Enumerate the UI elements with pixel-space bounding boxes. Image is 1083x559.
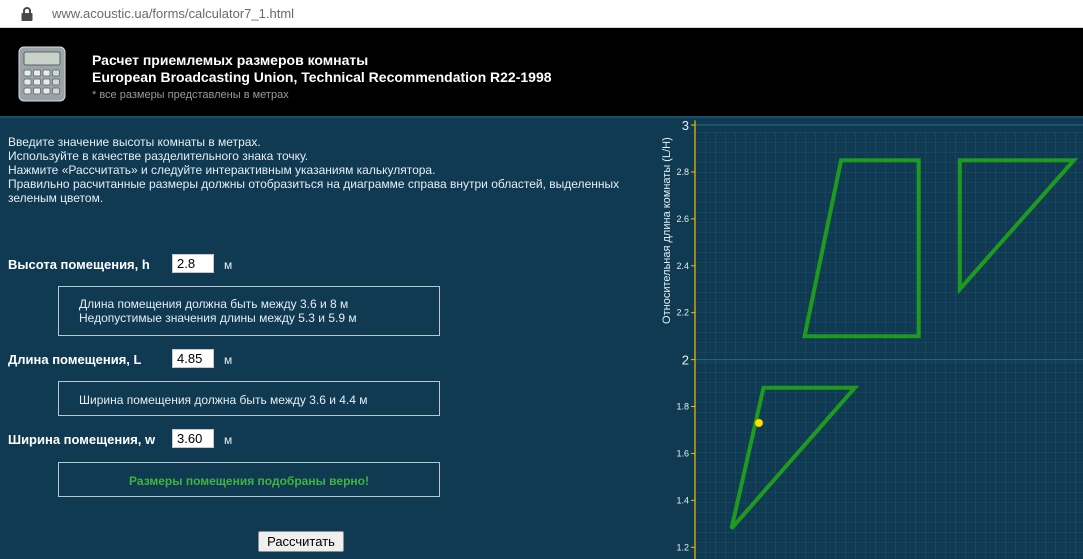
result-message: Размеры помещения подобраны верно! (58, 462, 440, 497)
y-tick-label: 1.8 (676, 402, 689, 412)
instructions: Введите значение высоты комнаты в метрах… (8, 135, 648, 205)
length-hint-box: Длина помещения должна быть между 3.6 и … (58, 286, 440, 336)
length-hint-excluded: Недопустимые значения длины между 5.3 и … (79, 311, 357, 325)
page-header: Расчет приемлемых размеров комнаты Europ… (0, 28, 1083, 118)
instruction-line: Правильно расчитанные размеры должны ото… (8, 177, 620, 205)
height-unit: м (224, 258, 233, 272)
calculate-button[interactable]: Рассчитать (258, 531, 344, 552)
instruction-line: Нажмите «Рассчитать» и следуйте интеракт… (8, 163, 436, 177)
y-tick-label: 2.4 (676, 261, 689, 271)
length-label: Длина помещения, L (8, 352, 142, 367)
calculator-icon (18, 46, 66, 102)
y-tick-label: 2.2 (676, 308, 689, 318)
height-label: Высота помещения, h (8, 257, 150, 272)
room-ratio-point (754, 418, 764, 428)
chart-grid (695, 132, 1083, 559)
length-unit: м (224, 353, 233, 367)
width-label: Ширина помещения, w (8, 432, 156, 447)
y-tick-label: 1.4 (676, 495, 689, 505)
instruction-line: Введите значение высоты комнаты в метрах… (8, 135, 261, 149)
page-title: Расчет приемлемых размеров комнаты (92, 52, 369, 68)
length-hint-range: Длина помещения должна быть между 3.6 и … (79, 297, 349, 311)
address-bar[interactable]: www.acoustic.ua/forms/calculator7_1.html (0, 0, 1083, 28)
y-axis-label: Относительная длина комнаты (L/H) (661, 137, 673, 324)
y-tick-label: 2 (682, 353, 689, 368)
width-hint: Ширина помещения должна быть между 3.6 и… (79, 393, 368, 407)
y-tick-label: 2.6 (676, 214, 689, 224)
length-input[interactable] (172, 349, 214, 368)
width-hint-box: Ширина помещения должна быть между 3.6 и… (58, 381, 440, 416)
y-tick-label: 1.6 (676, 448, 689, 458)
y-tick-label: 1.2 (676, 542, 689, 552)
url-text[interactable]: www.acoustic.ua/forms/calculator7_1.html (52, 6, 294, 21)
height-input[interactable] (172, 254, 214, 273)
units-note: * все размеры представлены в метрах (92, 89, 289, 101)
width-input[interactable] (172, 429, 214, 448)
y-tick-label: 2.8 (676, 167, 689, 177)
y-tick-label: 3 (682, 118, 689, 133)
instruction-line: Используйте в качестве разделительного з… (8, 149, 309, 163)
room-ratio-chart: 1.2 1.4 1.6 1.8 2 2.2 2.4 2.6 2.8 3 Относительная… (655, 118, 1083, 559)
page-subtitle: European Broadcasting Union, Technical R… (92, 69, 552, 85)
width-unit: м (224, 433, 233, 447)
lock-icon (21, 7, 33, 21)
